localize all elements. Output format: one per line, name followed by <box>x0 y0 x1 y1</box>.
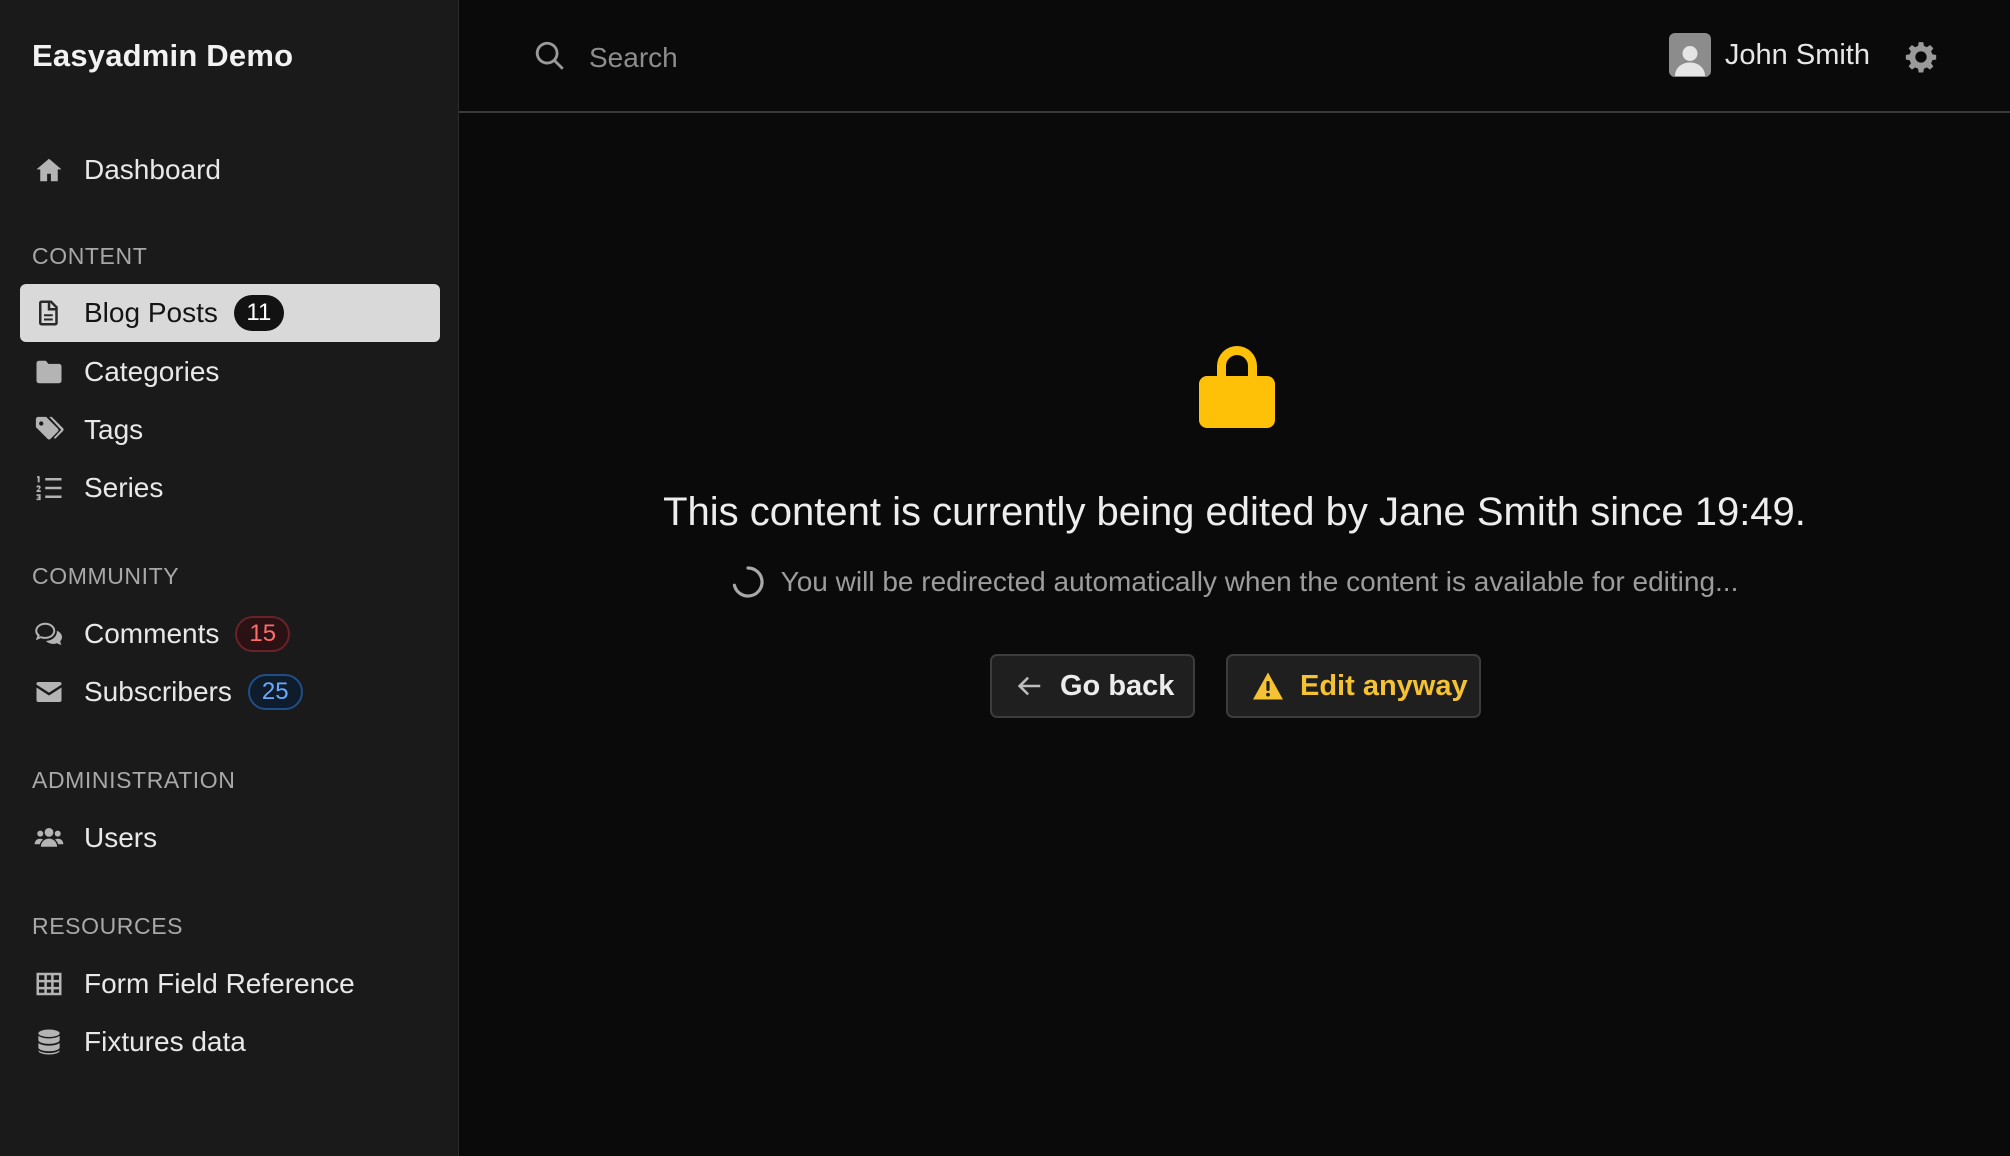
home-icon <box>34 155 64 185</box>
sidebar-item-label: Dashboard <box>84 154 221 185</box>
sidebar-item-series[interactable]: Series <box>20 459 440 517</box>
sidebar-item-blog-posts[interactable]: Blog Posts 11 <box>20 284 440 342</box>
gear-icon[interactable] <box>1904 40 1938 74</box>
file-text-icon <box>34 298 64 328</box>
spinner-icon <box>732 566 764 598</box>
sidebar-item-label: Fixtures data <box>84 1026 246 1057</box>
sidebar-item-users[interactable]: Users <box>20 809 440 867</box>
sidebar-item-label: Tags <box>84 414 144 445</box>
edit-anyway-button[interactable]: Edit anyway <box>1226 654 1481 718</box>
sidebar-item-label: Series <box>84 472 164 503</box>
top-bar: John Smith <box>459 0 2010 113</box>
user-menu[interactable]: John Smith <box>1668 33 1870 77</box>
sidebar-item-subscribers[interactable]: Subscribers 25 <box>20 663 440 721</box>
brand-title[interactable]: Easyadmin Demo <box>32 38 293 74</box>
section-title-administration: ADMINISTRATION <box>32 767 236 793</box>
section-title-resources: RESOURCES <box>32 913 184 939</box>
users-icon <box>34 823 64 853</box>
count-badge: 25 <box>247 674 303 710</box>
sidebar-item-dashboard[interactable]: Dashboard <box>20 141 440 199</box>
edit-anyway-label: Edit anyway <box>1300 669 1468 702</box>
section-title-community: COMMUNITY <box>32 563 180 589</box>
search-box <box>533 38 1189 78</box>
avatar <box>1668 33 1711 77</box>
count-badge: 11 <box>233 295 284 331</box>
sidebar-item-label: Users <box>84 822 158 853</box>
search-icon <box>533 39 567 78</box>
main-content: John Smith This content is currently bei… <box>459 0 2010 1156</box>
sidebar: Easyadmin Demo Dashboard CONTENT Blog Po… <box>0 0 459 1156</box>
database-icon <box>34 1027 64 1057</box>
lock-icon <box>1197 340 1277 430</box>
list-ol-icon <box>34 473 64 503</box>
sidebar-item-label: Comments <box>84 618 220 649</box>
redirect-text: You will be redirected automatically whe… <box>780 566 1739 597</box>
app-root: Easyadmin Demo Dashboard CONTENT Blog Po… <box>0 0 2010 1156</box>
sidebar-item-label: Categories <box>84 356 220 387</box>
sidebar-item-fixtures-data[interactable]: Fixtures data <box>20 1013 440 1071</box>
table-icon <box>34 969 64 999</box>
go-back-label: Go back <box>1060 669 1175 702</box>
user-name: John Smith <box>1724 38 1870 71</box>
sidebar-item-label: Blog Posts <box>84 297 218 328</box>
sidebar-item-label: Form Field Reference <box>84 968 355 999</box>
envelope-icon <box>34 677 64 707</box>
warning-icon <box>1253 672 1283 700</box>
arrow-left-icon <box>1017 676 1041 696</box>
user-icon <box>1674 46 1705 76</box>
comments-icon <box>34 619 64 649</box>
go-back-button[interactable]: Go back <box>990 654 1195 718</box>
section-title-content: CONTENT <box>32 243 148 269</box>
tags-icon <box>34 415 64 445</box>
search-input[interactable] <box>589 38 1189 78</box>
folder-icon <box>34 357 64 387</box>
lock-message: This content is currently being edited b… <box>663 490 1806 534</box>
sidebar-item-label: Subscribers <box>84 676 232 707</box>
count-badge: 15 <box>235 616 291 652</box>
sidebar-item-form-field-reference[interactable]: Form Field Reference <box>20 955 440 1013</box>
sidebar-item-tags[interactable]: Tags <box>20 401 440 459</box>
redirect-notice: You will be redirected automatically whe… <box>459 565 2010 599</box>
sidebar-item-comments[interactable]: Comments 15 <box>20 605 440 663</box>
sidebar-item-categories[interactable]: Categories <box>20 343 440 401</box>
